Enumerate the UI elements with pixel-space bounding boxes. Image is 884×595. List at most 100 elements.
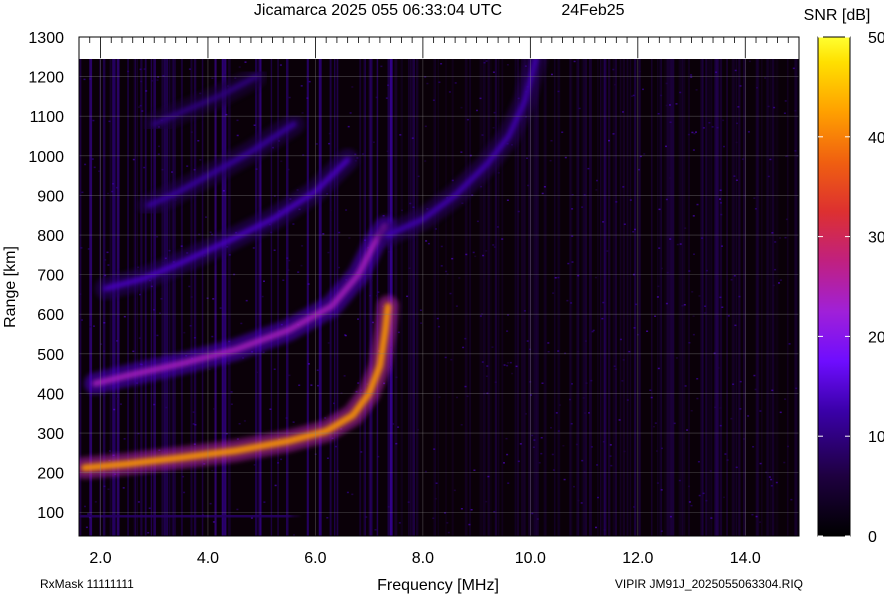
noise-speck [103, 485, 106, 488]
noise-speck [89, 78, 92, 80]
noise-speck [523, 310, 526, 312]
noise-speck [346, 491, 349, 494]
noise-streak [437, 59, 439, 536]
noise-speck [661, 447, 663, 450]
noise-speck [650, 396, 653, 399]
noise-speck [306, 76, 309, 79]
noise-speck [377, 291, 380, 293]
noise-speck [476, 109, 478, 112]
noise-speck [474, 255, 477, 258]
noise-speck [591, 330, 594, 333]
noise-speck [236, 134, 239, 137]
noise-speck [351, 493, 354, 496]
noise-speck [665, 198, 668, 201]
noise-speck [435, 482, 438, 484]
noise-speck [122, 487, 125, 489]
noise-speck [669, 238, 672, 240]
noise-speck [696, 203, 699, 206]
noise-streak [537, 59, 539, 536]
noise-streak [775, 59, 779, 536]
noise-speck [590, 446, 593, 448]
noise-speck [779, 411, 782, 414]
noise-speck [370, 279, 373, 282]
noise-speck [547, 351, 550, 353]
noise-speck [183, 491, 186, 494]
noise-speck [190, 296, 193, 298]
y-tick-label: 800 [37, 228, 64, 245]
noise-speck [614, 83, 616, 86]
noise-streak [638, 59, 641, 536]
noise-speck [679, 91, 682, 94]
noise-speck [280, 458, 283, 461]
noise-speck [705, 499, 708, 502]
noise-speck [197, 140, 200, 142]
noise-speck [317, 384, 319, 387]
noise-streak [794, 59, 797, 536]
noise-speck [702, 127, 705, 129]
noise-speck [227, 363, 230, 365]
noise-speck [692, 149, 695, 151]
noise-speck [343, 375, 346, 377]
noise-streak [589, 59, 592, 536]
noise-speck [464, 337, 467, 340]
noise-speck [660, 94, 663, 97]
noise-speck [721, 245, 723, 247]
noise-speck [771, 389, 774, 392]
noise-streak [410, 59, 413, 536]
noise-speck [476, 220, 479, 223]
y-tick-label: 1000 [28, 149, 64, 166]
noise-streak [394, 59, 398, 536]
noise-speck [738, 295, 741, 298]
noise-speck [493, 246, 496, 248]
noise-speck [675, 103, 678, 105]
noise-speck [764, 77, 767, 79]
noise-speck [696, 378, 699, 380]
noise-streak [524, 59, 526, 536]
noise-speck [361, 153, 364, 155]
noise-speck [253, 464, 256, 466]
noise-speck [623, 223, 626, 225]
noise-speck [310, 384, 313, 386]
noise-speck [660, 489, 663, 491]
noise-streak [602, 59, 606, 536]
noise-speck [292, 223, 295, 225]
noise-speck [447, 531, 450, 534]
noise-speck [98, 170, 101, 172]
noise-streak [678, 59, 682, 536]
noise-speck [287, 269, 290, 271]
noise-speck [550, 140, 553, 142]
noise-streak [583, 59, 586, 536]
noise-speck [139, 68, 142, 71]
noise-speck [629, 199, 632, 201]
noise-streak [599, 59, 602, 536]
noise-speck [160, 298, 163, 300]
noise-streak [569, 59, 571, 536]
noise-speck [507, 362, 509, 364]
noise-speck [385, 97, 388, 99]
noise-streak [769, 59, 772, 536]
noise-streak [708, 59, 711, 536]
noise-speck [756, 87, 758, 89]
noise-speck [669, 177, 671, 179]
noise-streak [651, 59, 653, 536]
noise-speck [80, 247, 83, 249]
noise-speck [333, 402, 335, 405]
noise-speck [222, 190, 225, 192]
noise-speck [784, 100, 787, 102]
noise-speck [316, 369, 319, 371]
noise-streak [608, 59, 611, 536]
noise-speck [527, 184, 530, 187]
noise-speck [561, 131, 564, 133]
noise-speck [717, 367, 720, 369]
noise-speck [730, 279, 733, 281]
noise-speck [372, 141, 375, 143]
noise-speck [692, 215, 695, 217]
noise-streak [738, 59, 741, 536]
noise-speck [334, 445, 337, 448]
noise-speck [657, 367, 660, 370]
noise-speck [705, 269, 708, 272]
noise-speck [81, 191, 84, 194]
noise-speck [550, 427, 552, 429]
noise-speck [688, 270, 691, 272]
noise-speck [686, 429, 689, 431]
